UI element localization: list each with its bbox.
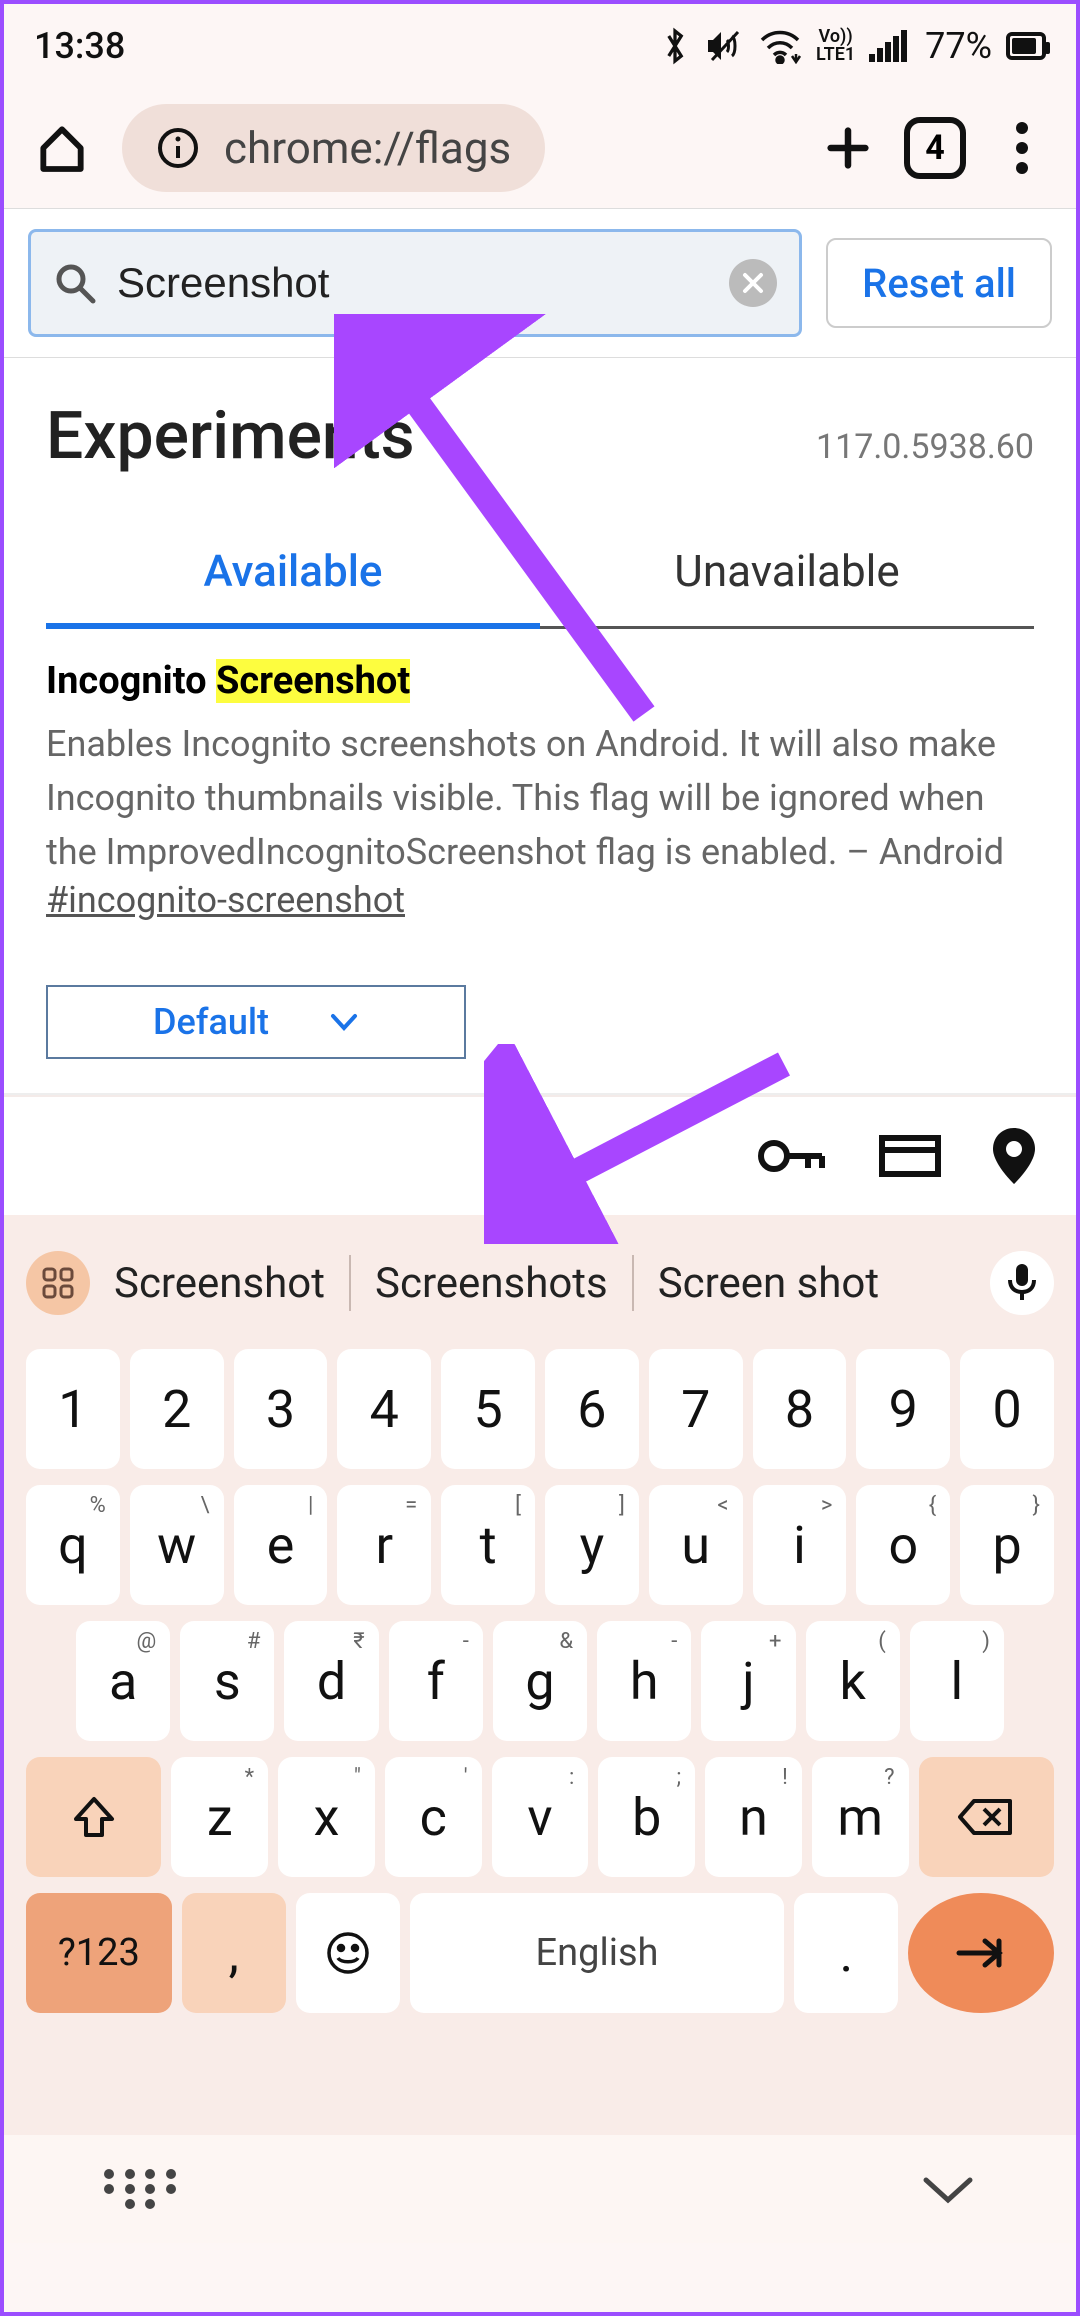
key-d[interactable]: d₹ [284,1621,378,1741]
shift-key[interactable] [26,1757,161,1877]
suggestion-1[interactable]: Screenshot [104,1259,335,1308]
key-z[interactable]: z* [171,1757,268,1877]
enter-key[interactable] [908,1893,1054,2013]
key-c[interactable]: c' [385,1757,482,1877]
key-row-asdf: a@s#d₹f-g&h-j+k(l) [26,1621,1054,1741]
reset-all-button[interactable]: Reset all [826,238,1052,328]
browser-toolbar: chrome://flags 4 [4,88,1076,208]
location-pin-icon[interactable] [992,1128,1036,1184]
flags-search-box[interactable] [28,229,802,337]
period-key[interactable]: . [794,1893,898,2013]
key-e[interactable]: e| [234,1485,328,1605]
key-8[interactable]: 8 [753,1349,847,1469]
suggestion-row: Screenshot Screenshots Screen shot [26,1233,1054,1333]
close-icon [741,271,765,295]
key-g[interactable]: g& [493,1621,587,1741]
key-i[interactable]: i> [753,1485,847,1605]
symbols-key[interactable]: ?123 [26,1893,172,2013]
home-button[interactable] [26,112,98,184]
clear-search-button[interactable] [729,259,777,307]
key-k[interactable]: k( [806,1621,900,1741]
key-2[interactable]: 2 [130,1349,224,1469]
flag-item: Incognito Screenshot Enables Incognito s… [4,629,1076,951]
flag-description: Enables Incognito screenshots on Android… [46,717,1034,879]
battery-icon [1006,32,1046,60]
suggestion-2[interactable]: Screenshots [365,1259,618,1308]
backspace-key[interactable] [919,1757,1054,1877]
flag-title: Incognito Screenshot [46,659,1034,703]
keyboard-toolbar [4,1095,1076,1215]
status-icons: Vo))LTE1 77% [660,25,1046,67]
search-icon [53,261,97,305]
signal-icon [869,30,907,62]
key-t[interactable]: t[ [441,1485,535,1605]
flags-search-row: Reset all [4,209,1076,357]
status-time: 13:38 [34,25,125,67]
tab-switcher-button[interactable]: 4 [904,117,966,179]
key-1[interactable]: 1 [26,1349,120,1469]
bluetooth-icon [660,26,690,66]
keyboard-switcher-button[interactable] [104,2169,176,2209]
key-0[interactable]: 0 [960,1349,1054,1469]
key-a[interactable]: a@ [76,1621,170,1741]
key-3[interactable]: 3 [234,1349,328,1469]
flag-state-select[interactable]: Default [46,985,466,1059]
flags-tabs: Available Unavailable [46,545,1034,629]
key-n[interactable]: n! [705,1757,802,1877]
key-4[interactable]: 4 [337,1349,431,1469]
collapse-keyboard-button[interactable] [920,2172,976,2206]
key-password-icon[interactable] [758,1134,828,1178]
key-5[interactable]: 5 [441,1349,535,1469]
soft-keyboard: Screenshot Screenshots Screen shot 12345… [4,1215,1076,2135]
voice-input-button[interactable] [990,1251,1054,1315]
key-p[interactable]: p} [960,1485,1054,1605]
key-6[interactable]: 6 [545,1349,639,1469]
url-text: chrome://flags [224,122,511,174]
flags-search-input[interactable] [117,259,709,307]
new-tab-button[interactable] [816,116,880,180]
page-title: Experiments [46,398,415,475]
suggestion-3[interactable]: Screen shot [648,1259,889,1308]
key-row-numbers: 1234567890 [26,1349,1054,1469]
key-7[interactable]: 7 [649,1349,743,1469]
chrome-version: 117.0.5938.60 [816,427,1034,467]
suggestion-apps-button[interactable] [26,1251,90,1315]
key-row-bottom: ?123 , English . [26,1893,1054,2013]
comma-key[interactable]: , [182,1893,286,2013]
key-u[interactable]: u< [649,1485,743,1605]
key-b[interactable]: b; [598,1757,695,1877]
key-y[interactable]: y] [545,1485,639,1605]
key-r[interactable]: r= [337,1485,431,1605]
emoji-key[interactable] [296,1893,400,2013]
key-f[interactable]: f- [389,1621,483,1741]
info-icon [156,126,200,170]
chevron-down-icon [329,1012,359,1032]
key-s[interactable]: s# [180,1621,274,1741]
key-j[interactable]: j+ [701,1621,795,1741]
key-9[interactable]: 9 [856,1349,950,1469]
mute-vibrate-icon [704,26,744,66]
flag-anchor[interactable]: #incognito-screenshot [46,879,1034,921]
key-row-zxcv: z*x"c'v:b;n!m? [26,1757,1054,1877]
key-q[interactable]: q% [26,1485,120,1605]
battery-percent: 77% [925,25,992,67]
key-o[interactable]: o{ [856,1485,950,1605]
tab-unavailable[interactable]: Unavailable [540,545,1034,626]
key-l[interactable]: l) [910,1621,1004,1741]
key-v[interactable]: v: [492,1757,589,1877]
key-row-qwerty: q%w\e|r=t[y]u<i>o{p} [26,1485,1054,1605]
wifi-icon [758,28,802,64]
card-icon[interactable] [878,1132,942,1180]
key-x[interactable]: x" [278,1757,375,1877]
status-bar: 13:38 Vo))LTE1 77% [4,4,1076,88]
tab-available[interactable]: Available [46,545,540,629]
system-nav-bar [4,2135,1076,2243]
space-key[interactable]: English [410,1893,785,2013]
key-m[interactable]: m? [812,1757,909,1877]
key-w[interactable]: w\ [130,1485,224,1605]
overflow-menu-button[interactable] [990,116,1054,180]
url-bar[interactable]: chrome://flags [122,104,545,192]
experiments-page: Experiments 117.0.5938.60 Available Unav… [4,358,1076,1095]
key-h[interactable]: h- [597,1621,691,1741]
